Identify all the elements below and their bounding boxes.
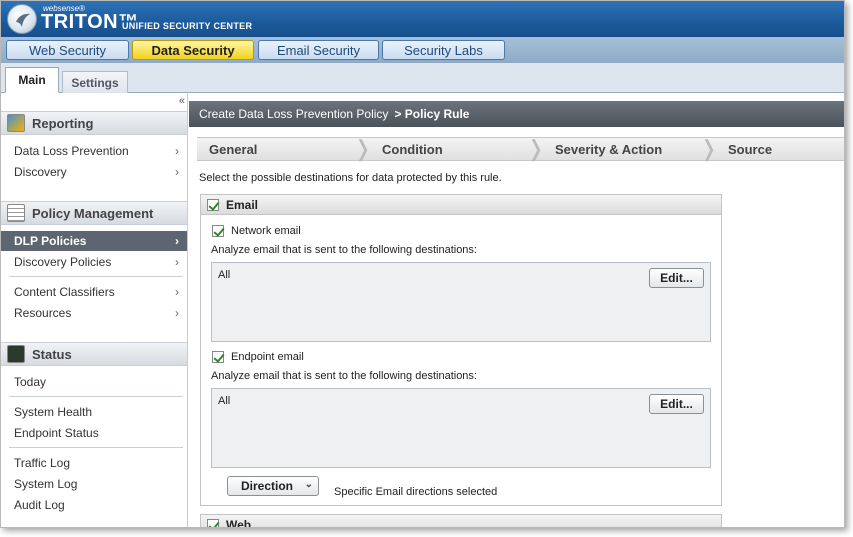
endpoint-email-row: Endpoint email <box>212 351 304 363</box>
network-edit-button[interactable]: Edit... <box>649 268 704 288</box>
brand-subtitle: UNIFIED SECURITY CENTER <box>122 21 253 31</box>
nav-label: Today <box>14 375 47 389</box>
step-label: Severity & Action <box>555 141 663 157</box>
sidebar-item-audit-log[interactable]: Audit Log <box>1 495 187 515</box>
endpoint-email-desc: Analyze email that is sent to the follow… <box>211 370 477 382</box>
direction-button-label: Direction <box>241 479 294 493</box>
websense-logo-icon <box>7 4 37 34</box>
intro-text: Select the possible destinations for dat… <box>199 172 502 184</box>
web-group: Web <box>200 514 722 528</box>
sidebar: « Reporting Data Loss Prevention › Discov… <box>1 93 188 527</box>
tab-settings[interactable]: Settings <box>62 71 128 93</box>
nav-label: System Health <box>14 405 93 419</box>
breadcrumb: Create Data Loss Prevention Policy > Pol… <box>189 101 844 127</box>
nav-label: System Log <box>14 477 78 491</box>
email-group-header: Email <box>201 195 721 215</box>
section-policy-management: Policy Management <box>1 201 187 225</box>
endpoint-destinations-value: All <box>218 395 231 407</box>
web-checkbox[interactable] <box>207 518 219 527</box>
nav-label: Data Loss Prevention <box>14 144 129 158</box>
divider <box>9 276 183 277</box>
web-group-title: Web <box>226 517 252 528</box>
web-group-header: Web <box>201 515 721 528</box>
sidebar-item-system-health[interactable]: System Health <box>1 402 187 422</box>
nav-label: Resources <box>14 306 72 320</box>
double-chevron-left-icon[interactable]: « <box>179 95 185 107</box>
tab-web-security[interactable]: Web Security <box>6 40 129 60</box>
email-group: Email Network email Analyze email that i… <box>200 194 722 506</box>
section-label: Reporting <box>32 115 94 131</box>
section-label: Status <box>32 346 72 362</box>
direction-button[interactable]: Direction ⌄ <box>227 476 319 496</box>
tab-security-labs[interactable]: Security Labs <box>382 40 505 60</box>
wizard-steps: General ❭ Condition ❭ Severity & Action ❭ S… <box>197 137 844 161</box>
breadcrumb-parent[interactable]: Create Data Loss Prevention Policy <box>199 107 388 121</box>
chevron-right-icon: › <box>175 165 179 179</box>
main-content: Create Data Loss Prevention Policy > Pol… <box>189 93 844 528</box>
step-general[interactable]: General ❭ <box>197 137 372 161</box>
network-email-checkbox[interactable] <box>212 225 224 237</box>
sidebar-item-data-loss-prevention[interactable]: Data Loss Prevention › <box>1 141 187 161</box>
module-tab-bar: Web Security Data Security Email Securit… <box>1 37 844 63</box>
clipboard-icon <box>7 204 25 222</box>
sidebar-item-discovery[interactable]: Discovery › <box>1 162 187 182</box>
sidebar-item-dlp-policies[interactable]: DLP Policies › <box>1 231 187 251</box>
header: websense® TRITON™ UNIFIED SECURITY CENTE… <box>1 1 844 37</box>
network-email-label: Network email <box>231 225 301 237</box>
subtab-bar: Main Settings <box>1 63 844 93</box>
chevron-right-icon: › <box>175 144 179 158</box>
endpoint-email-label: Endpoint email <box>231 351 304 363</box>
status-monitor-icon <box>7 345 25 363</box>
endpoint-email-checkbox[interactable] <box>212 351 224 363</box>
step-label: General <box>209 141 258 157</box>
sidebar-item-endpoint-status[interactable]: Endpoint Status <box>1 423 187 443</box>
network-destinations-box: All Edit... <box>211 262 711 342</box>
sidebar-item-traffic-log[interactable]: Traffic Log <box>1 453 187 473</box>
email-group-title: Email <box>226 197 259 212</box>
nav-label: Audit Log <box>14 498 65 512</box>
email-checkbox[interactable] <box>207 198 219 211</box>
breadcrumb-current: > Policy Rule <box>394 107 470 121</box>
tab-email-security[interactable]: Email Security <box>258 40 379 60</box>
divider <box>9 447 183 448</box>
app-window: websense® TRITON™ UNIFIED SECURITY CENTE… <box>0 0 845 528</box>
network-destinations-value: All <box>218 269 231 281</box>
direction-status-text: Specific Email directions selected <box>334 486 498 498</box>
chevron-right-icon: › <box>175 234 179 248</box>
section-label: Policy Management <box>32 205 154 221</box>
nav-label: Traffic Log <box>14 456 71 470</box>
sidebar-item-resources[interactable]: Resources › <box>1 303 187 323</box>
step-label: Source <box>728 141 773 157</box>
chevron-right-icon: › <box>175 255 179 269</box>
section-reporting: Reporting <box>1 111 187 135</box>
section-status: Status <box>1 342 187 366</box>
nav-label: Discovery Policies <box>14 255 112 269</box>
nav-label: Endpoint Status <box>14 426 99 440</box>
endpoint-edit-button[interactable]: Edit... <box>649 394 704 414</box>
reporting-icon <box>7 114 25 132</box>
nav-label: Discovery <box>14 165 67 179</box>
network-email-desc: Analyze email that is sent to the follow… <box>211 244 477 256</box>
endpoint-destinations-box: All Edit... <box>211 388 711 468</box>
sidebar-item-discovery-policies[interactable]: Discovery Policies › <box>1 252 187 272</box>
chevron-right-icon: › <box>175 306 179 320</box>
chevron-right-icon: › <box>175 285 179 299</box>
nav-label: DLP Policies <box>14 234 87 248</box>
step-severity-action[interactable]: Severity & Action ❭ <box>543 137 718 161</box>
step-source[interactable]: Source <box>716 137 844 161</box>
step-condition[interactable]: Condition ❭ <box>370 137 545 161</box>
sidebar-item-content-classifiers[interactable]: Content Classifiers › <box>1 282 187 302</box>
network-email-row: Network email <box>212 225 301 237</box>
sidebar-item-system-log[interactable]: System Log <box>1 474 187 494</box>
sidebar-item-today[interactable]: Today <box>1 372 187 392</box>
tab-data-security[interactable]: Data Security <box>132 40 254 60</box>
chevron-down-icon: ⌄ <box>304 479 313 490</box>
tab-main[interactable]: Main <box>5 67 59 93</box>
step-label: Condition <box>382 141 443 157</box>
divider <box>9 396 183 397</box>
nav-label: Content Classifiers <box>14 285 115 299</box>
